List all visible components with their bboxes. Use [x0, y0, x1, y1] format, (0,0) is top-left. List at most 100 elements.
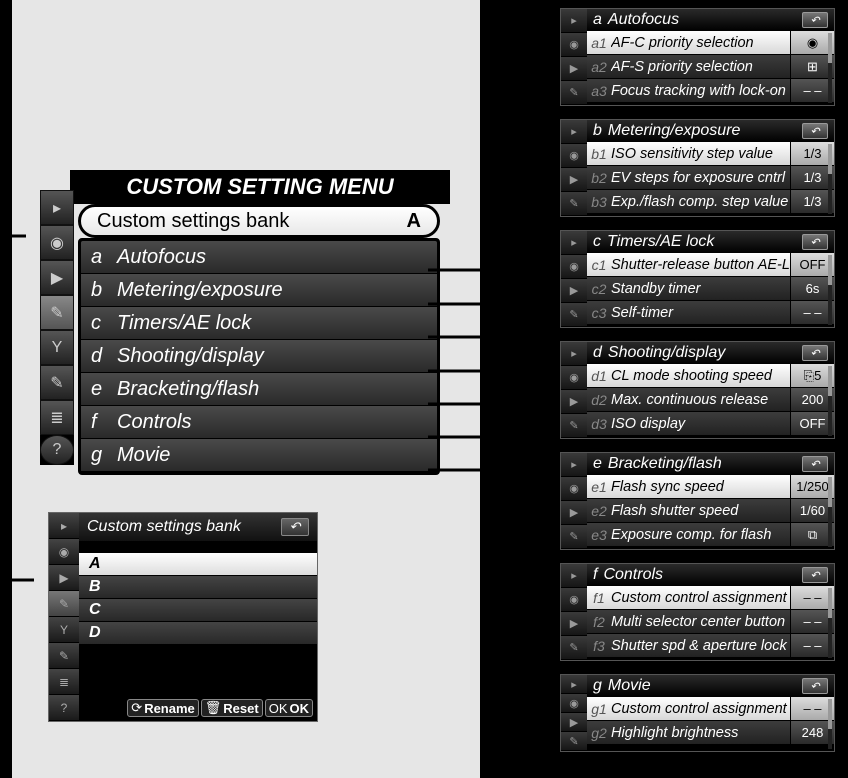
play-icon[interactable]: ▸ — [561, 231, 587, 255]
submenu-item-b2[interactable]: b2 EV steps for exposure cntrl 1/3 — [587, 166, 834, 190]
camera-icon[interactable]: ◉ — [561, 144, 587, 168]
back-icon[interactable]: ↶ — [802, 123, 828, 139]
submenu-item-b3[interactable]: b3 Exp./flash comp. step value 1/3 — [587, 190, 834, 214]
submenu-item-b1[interactable]: b1 ISO sensitivity step value 1/3 — [587, 142, 834, 166]
submenu-item-a2[interactable]: a2 AF-S priority selection ⊞ — [587, 55, 834, 79]
submenu-g: ▸ ◉ ▶ ✎ gMovie ↶ g1 Custom control assig… — [560, 674, 835, 752]
play-icon[interactable]: ▸ — [40, 190, 74, 225]
group-row-g[interactable]: gMovie — [81, 439, 437, 472]
group-row-b[interactable]: bMetering/exposure — [81, 274, 437, 307]
play-icon[interactable]: ▸ — [561, 342, 587, 366]
bank-row-d[interactable]: D — [79, 622, 317, 645]
ok-button[interactable]: OKOK — [265, 699, 313, 717]
submenu-item-g1[interactable]: g1 Custom control assignment – – — [587, 697, 834, 721]
play-icon[interactable]: ▸ — [561, 675, 587, 694]
help-icon[interactable]: ? — [40, 435, 74, 465]
submenu-item-e1[interactable]: e1 Flash sync speed 1/250 — [587, 475, 834, 499]
back-icon[interactable]: ↶ — [802, 567, 828, 583]
submenu-item-f2[interactable]: f2 Multi selector center button – – — [587, 610, 834, 634]
submenu-item-a3[interactable]: a3 Focus tracking with lock-on – – — [587, 79, 834, 103]
pencil-icon[interactable]: ✎ — [561, 636, 587, 660]
scrollbar[interactable] — [828, 144, 832, 214]
submenu-item-f1[interactable]: f1 Custom control assignment – – — [587, 586, 834, 610]
submenu-item-e3[interactable]: e3 Exposure comp. for flash ⧉ — [587, 523, 834, 547]
video-icon[interactable]: ▶ — [40, 260, 74, 295]
submenu-item-c3[interactable]: c3 Self-timer – – — [587, 301, 834, 325]
back-icon[interactable]: ↶ — [802, 345, 828, 361]
recent-icon[interactable]: ≣ — [40, 400, 74, 435]
retouch-icon[interactable]: ✎ — [49, 643, 79, 669]
camera-icon[interactable]: ◉ — [561, 588, 587, 612]
pencil-icon[interactable]: ✎ — [561, 192, 587, 216]
back-icon[interactable]: ↶ — [802, 678, 828, 694]
reset-button[interactable]: 🗑Reset — [201, 699, 263, 717]
submenu-d: ▸ ◉ ▶ ✎ dShooting/display ↶ d1 CL mode s… — [560, 341, 835, 439]
back-icon[interactable]: ↶ — [281, 518, 309, 536]
play-icon[interactable]: ▸ — [49, 513, 79, 539]
submenu-b: ▸ ◉ ▶ ✎ bMetering/exposure ↶ b1 ISO sens… — [560, 119, 835, 217]
submenu-item-c1[interactable]: c1 Shutter-release button AE-L OFF — [587, 253, 834, 277]
submenu-item-f3[interactable]: f3 Shutter spd & aperture lock – – — [587, 634, 834, 658]
camera-icon[interactable]: ◉ — [40, 225, 74, 260]
scrollbar[interactable] — [828, 366, 832, 436]
pencil-icon[interactable]: ✎ — [561, 414, 587, 438]
bank-row-c[interactable]: C — [79, 599, 317, 622]
submenu-item-g2[interactable]: g2 Highlight brightness 248 — [587, 721, 834, 745]
video-icon[interactable]: ▶ — [561, 612, 587, 636]
group-row-d[interactable]: dShooting/display — [81, 340, 437, 373]
back-icon[interactable]: ↶ — [802, 456, 828, 472]
custom-settings-bank-row[interactable]: Custom settings bank A — [78, 204, 440, 238]
bank-row-a[interactable]: A — [79, 553, 317, 576]
video-icon[interactable]: ▶ — [49, 565, 79, 591]
play-icon[interactable]: ▸ — [561, 564, 587, 588]
video-icon[interactable]: ▶ — [561, 57, 587, 81]
group-row-f[interactable]: fControls — [81, 406, 437, 439]
video-icon[interactable]: ▶ — [561, 713, 587, 732]
video-icon[interactable]: ▶ — [561, 501, 587, 525]
help-icon[interactable]: ? — [49, 695, 79, 721]
video-icon[interactable]: ▶ — [561, 279, 587, 303]
pencil-icon[interactable]: ✎ — [561, 525, 587, 549]
camera-icon[interactable]: ◉ — [561, 477, 587, 501]
recent-icon[interactable]: ≣ — [49, 669, 79, 695]
back-icon[interactable]: ↶ — [802, 234, 828, 250]
scrollbar[interactable] — [828, 255, 832, 325]
video-icon[interactable]: ▶ — [561, 390, 587, 414]
submenu-item-d2[interactable]: d2 Max. continuous release 200 — [587, 388, 834, 412]
pencil-icon[interactable]: ✎ — [561, 81, 587, 105]
group-row-e[interactable]: eBracketing/flash — [81, 373, 437, 406]
retouch-icon[interactable]: ✎ — [40, 365, 74, 400]
play-icon[interactable]: ▸ — [561, 120, 587, 144]
camera-icon[interactable]: ◉ — [561, 255, 587, 279]
wrench-icon[interactable]: Y — [49, 617, 79, 643]
group-row-c[interactable]: cTimers/AE lock — [81, 307, 437, 340]
submenu-item-a1[interactable]: a1 AF-C priority selection ◉ — [587, 31, 834, 55]
group-row-a[interactable]: aAutofocus — [81, 241, 437, 274]
back-icon[interactable]: ↶ — [802, 12, 828, 28]
pencil-icon[interactable]: ✎ — [561, 732, 587, 751]
camera-icon[interactable]: ◉ — [561, 366, 587, 390]
scrollbar[interactable] — [828, 33, 832, 103]
submenu-item-c2[interactable]: c2 Standby timer 6s — [587, 277, 834, 301]
scrollbar[interactable] — [828, 699, 832, 749]
camera-icon[interactable]: ◉ — [49, 539, 79, 565]
submenu-item-d3[interactable]: d3 ISO display OFF — [587, 412, 834, 436]
rename-button[interactable]: ⟳Rename — [127, 699, 198, 717]
wrench-icon[interactable]: Y — [40, 330, 74, 365]
pencil-icon[interactable]: ✎ — [561, 303, 587, 327]
pencil-icon[interactable]: ✎ — [40, 295, 74, 330]
submenu-item-e2[interactable]: e2 Flash shutter speed 1/60 — [587, 499, 834, 523]
play-icon[interactable]: ▸ — [561, 9, 587, 33]
submenu-side-icons: ▸ ◉ ▶ ✎ — [561, 120, 587, 216]
scrollbar[interactable] — [828, 588, 832, 658]
submenu-title: Movie — [608, 677, 651, 695]
submenu-item-d1[interactable]: d1 CL mode shooting speed ⎘5 — [587, 364, 834, 388]
video-icon[interactable]: ▶ — [561, 168, 587, 192]
camera-icon[interactable]: ◉ — [561, 694, 587, 713]
pencil-icon[interactable]: ✎ — [49, 591, 79, 617]
play-icon[interactable]: ▸ — [561, 453, 587, 477]
camera-icon[interactable]: ◉ — [561, 33, 587, 57]
submenu-a: ▸ ◉ ▶ ✎ aAutofocus ↶ a1 AF-C priority se… — [560, 8, 835, 106]
bank-row-b[interactable]: B — [79, 576, 317, 599]
scrollbar[interactable] — [828, 477, 832, 547]
